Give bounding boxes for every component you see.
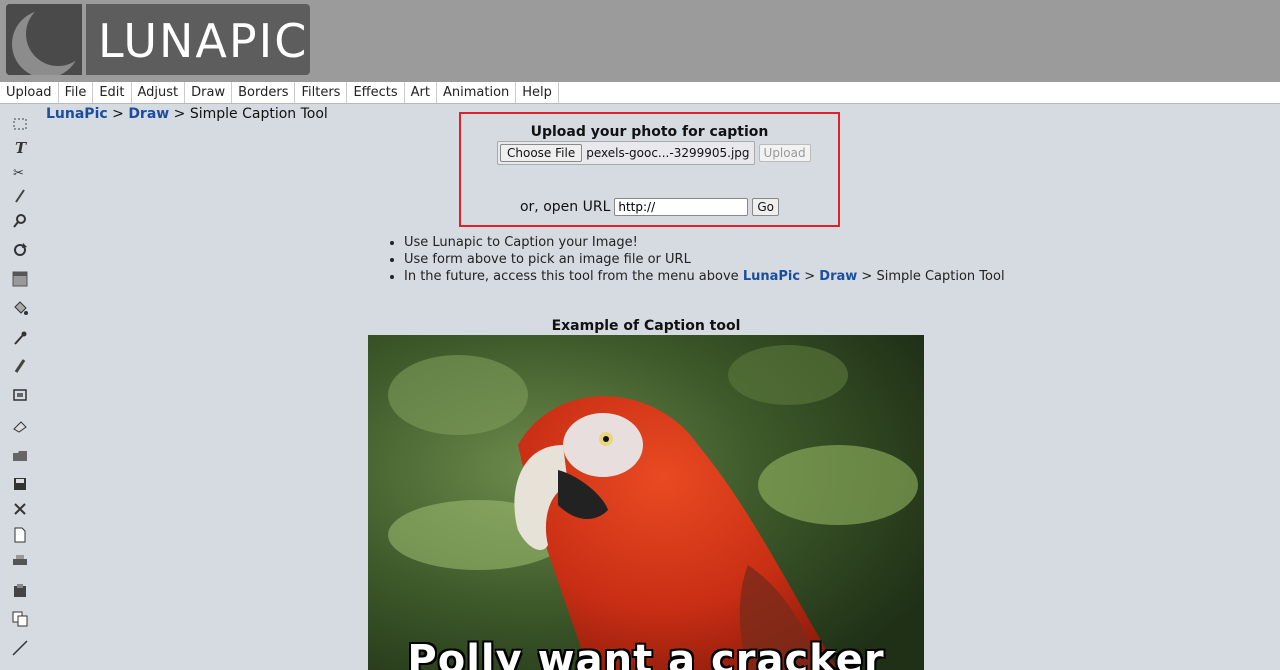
breadcrumb-lunapic-link[interactable]: LunaPic	[46, 106, 108, 122]
menu-adjust[interactable]: Adjust	[132, 82, 186, 103]
menu-help[interactable]: Help	[516, 82, 559, 103]
draw-link[interactable]: Draw	[819, 269, 857, 284]
list-item: Use Lunapic to Caption your Image!	[404, 234, 1005, 251]
url-row: or, open URL Go	[461, 198, 838, 216]
text-tool-icon[interactable]: T	[10, 137, 30, 157]
menu-effects[interactable]: Effects	[347, 82, 405, 103]
line-icon[interactable]	[10, 638, 30, 658]
scissors-icon[interactable]: ✂	[10, 162, 30, 182]
upload-form: Upload your photo for caption Choose Fil…	[459, 112, 840, 227]
menu-edit[interactable]: Edit	[93, 82, 132, 103]
open-folder-icon[interactable]	[10, 446, 30, 466]
new-file-icon[interactable]	[10, 525, 30, 545]
file-input[interactable]: Choose File pexels-gooc...-3299905.jpg	[497, 141, 755, 165]
eyedropper-icon[interactable]	[10, 328, 30, 348]
menu-draw[interactable]: Draw	[185, 82, 233, 103]
bullet-text: Use form above to pick an image file or …	[404, 252, 691, 267]
list-item: Use form above to pick an image file or …	[404, 251, 1005, 268]
paint-bucket-icon[interactable]	[10, 298, 30, 318]
close-icon[interactable]	[10, 499, 30, 519]
rotate-icon[interactable]	[10, 240, 30, 260]
choose-file-button[interactable]: Choose File	[500, 144, 583, 162]
menu-file[interactable]: File	[59, 82, 94, 103]
crop-icon[interactable]	[10, 385, 30, 405]
selected-file-name: pexels-gooc...-3299905.jpg	[586, 146, 750, 160]
separator: >	[804, 269, 816, 284]
example-title: Example of Caption tool	[551, 318, 741, 334]
lunapic-link[interactable]: LunaPic	[743, 269, 800, 284]
caption-text: Polly want a cracker	[407, 637, 885, 670]
svg-text:✂: ✂	[13, 166, 24, 180]
url-input[interactable]	[614, 198, 749, 216]
header-bar: LUNAPIC	[0, 0, 1280, 82]
upload-button[interactable]: Upload	[758, 144, 811, 162]
pencil-icon[interactable]	[10, 186, 30, 206]
breadcrumb: LunaPic > Draw > Simple Caption Tool	[46, 104, 328, 124]
separator: >	[861, 269, 873, 284]
breadcrumb-separator: >	[112, 106, 124, 122]
svg-text:T: T	[15, 139, 28, 155]
breadcrumb-separator: >	[173, 106, 186, 122]
menu-upload[interactable]: Upload	[0, 82, 59, 103]
bullet-text: In the future, access this tool from the…	[404, 269, 739, 284]
breadcrumb-draw-link[interactable]: Draw	[128, 106, 169, 122]
menu-animation[interactable]: Animation	[437, 82, 517, 103]
clipboard-icon[interactable]	[10, 581, 30, 601]
logo-text: LUNAPIC	[98, 14, 309, 68]
bullet-text: Simple Caption Tool	[876, 269, 1005, 284]
moon-logo-icon	[6, 4, 82, 75]
gradient-icon[interactable]	[10, 269, 30, 289]
lunapic-logo[interactable]: LUNAPIC	[6, 4, 310, 75]
select-icon[interactable]	[10, 114, 30, 134]
brush-icon[interactable]	[10, 356, 30, 376]
go-button[interactable]: Go	[752, 198, 780, 216]
bullet-text: Use Lunapic to Caption your Image!	[404, 235, 638, 250]
main-menu: Upload File Edit Adjust Draw Borders Fil…	[0, 82, 1280, 104]
info-list: Use Lunapic to Caption your Image! Use f…	[386, 234, 1005, 285]
url-label: or, open URL	[519, 199, 611, 215]
print-icon[interactable]	[10, 551, 30, 571]
file-picker-row: Choose File pexels-gooc...-3299905.jpg U…	[497, 141, 811, 165]
logo-divider	[82, 4, 86, 75]
tool-sidebar: T ✂	[0, 104, 38, 670]
save-icon[interactable]	[10, 474, 30, 494]
menu-art[interactable]: Art	[405, 82, 437, 103]
copy-icon[interactable]	[10, 609, 30, 629]
eraser-icon[interactable]	[10, 416, 30, 436]
breadcrumb-current: Simple Caption Tool	[189, 106, 328, 122]
magnifier-icon[interactable]	[10, 211, 30, 231]
menu-borders[interactable]: Borders	[232, 82, 296, 103]
menu-filters[interactable]: Filters	[295, 82, 348, 103]
example-parrot-image: Polly want a cracker	[368, 335, 924, 670]
list-item: In the future, access this tool from the…	[404, 268, 1005, 285]
upload-title: Upload your photo for caption	[530, 124, 769, 140]
